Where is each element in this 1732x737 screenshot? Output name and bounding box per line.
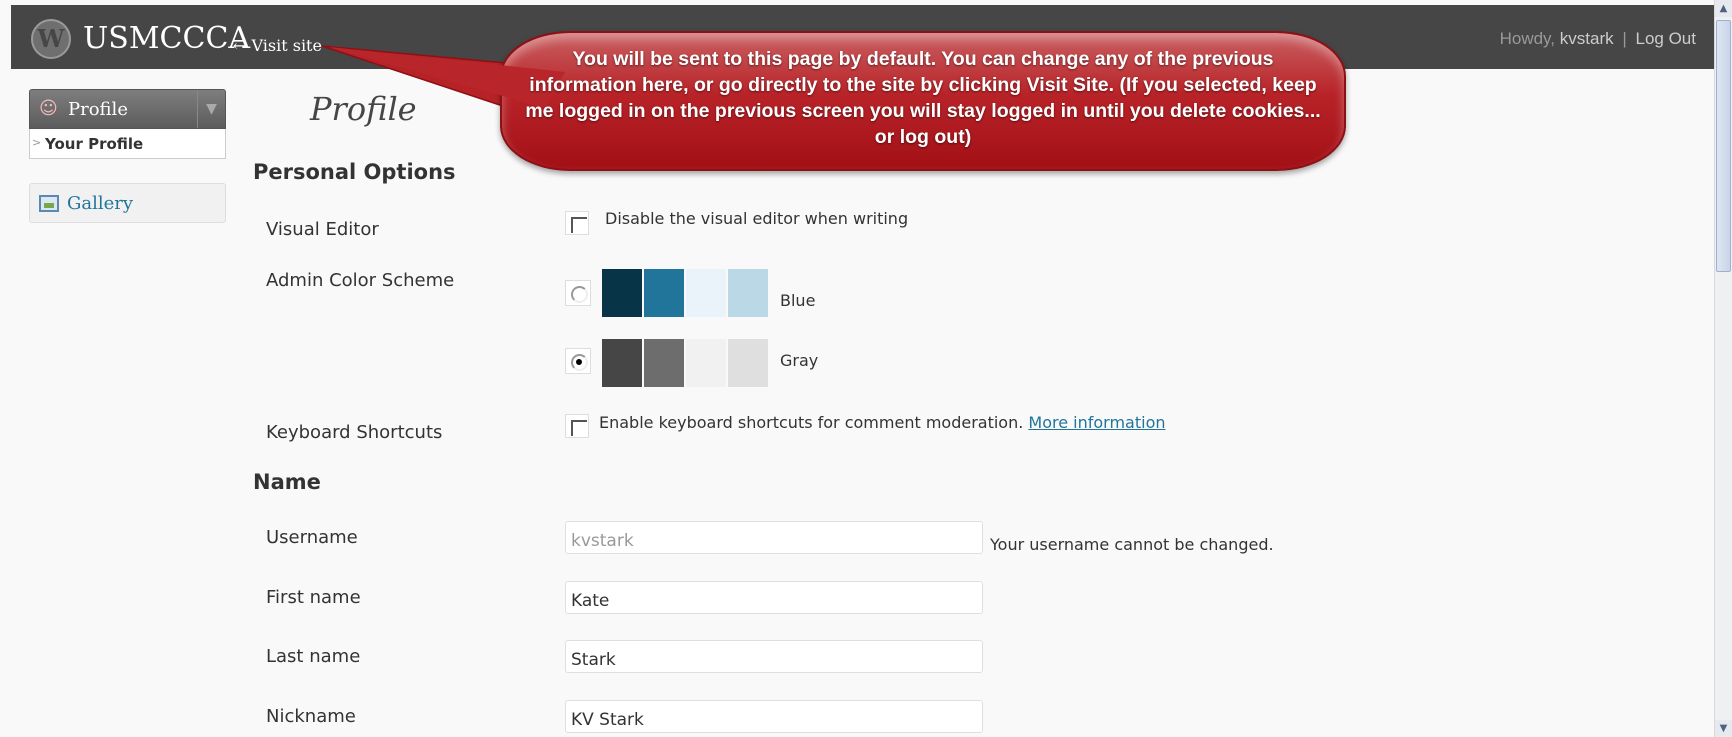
vertical-scrollbar[interactable]: ▲ ▼ <box>1714 0 1732 737</box>
swatch <box>686 269 726 317</box>
scroll-down-icon[interactable]: ▼ <box>1715 720 1732 737</box>
username-hint: Your username cannot be changed. <box>990 535 1274 554</box>
swatch <box>728 269 768 317</box>
keyboard-shortcuts-option: Enable keyboard shortcuts for comment mo… <box>599 413 1024 432</box>
gallery-icon <box>39 195 59 212</box>
swatch <box>644 339 684 387</box>
color-scheme-blue-label: Blue <box>780 291 816 310</box>
separator: | <box>1622 29 1627 48</box>
color-scheme-gray-label: Gray <box>780 351 819 370</box>
keyboard-shortcuts-text: Enable keyboard shortcuts for comment mo… <box>599 413 1166 432</box>
howdy-text: Howdy, <box>1499 29 1556 48</box>
nickname-label: Nickname <box>266 706 356 727</box>
disable-visual-editor-text: Disable the visual editor when writing <box>605 209 909 228</box>
swatch <box>644 269 684 317</box>
color-scheme-blue-swatches[interactable] <box>602 269 768 317</box>
admin-page: W USMCCCA ← Visit site Howdy, kvstark | … <box>0 0 1714 737</box>
swatch <box>686 339 726 387</box>
sidebar-item-gallery[interactable]: Gallery <box>29 183 226 223</box>
keyboard-shortcuts-checkbox[interactable] <box>565 414 589 438</box>
keyboard-shortcuts-label: Keyboard Shortcuts <box>266 422 443 443</box>
last-name-field[interactable] <box>565 640 983 673</box>
visual-editor-label: Visual Editor <box>266 219 379 240</box>
swatch <box>602 269 642 317</box>
username-link[interactable]: kvstark <box>1560 29 1614 48</box>
username-label: Username <box>266 527 358 548</box>
swatch <box>728 339 768 387</box>
section-heading-name: Name <box>253 470 321 494</box>
color-scheme-gray-swatches[interactable] <box>602 339 768 387</box>
user-greeting: Howdy, kvstark | Log Out <box>1500 29 1696 49</box>
first-name-field[interactable] <box>565 581 983 614</box>
sidebar-item-label: Gallery <box>67 193 134 214</box>
color-scheme-blue-radio[interactable] <box>565 280 591 306</box>
last-name-label: Last name <box>266 646 361 667</box>
more-information-link[interactable]: More information <box>1028 413 1165 432</box>
color-scheme-gray-radio[interactable] <box>565 348 591 374</box>
scroll-thumb[interactable] <box>1716 20 1731 272</box>
section-heading-personal-options: Personal Options <box>253 160 456 184</box>
callout-text: You will be sent to this page by default… <box>525 48 1321 148</box>
username-field[interactable] <box>565 521 983 554</box>
color-scheme-label: Admin Color Scheme <box>266 270 455 291</box>
logout-link[interactable]: Log Out <box>1636 29 1697 48</box>
first-name-label: First name <box>266 587 361 608</box>
disable-visual-editor-checkbox[interactable] <box>565 211 589 235</box>
scroll-up-icon[interactable]: ▲ <box>1715 0 1732 17</box>
swatch <box>602 339 642 387</box>
nickname-field[interactable] <box>565 700 983 733</box>
